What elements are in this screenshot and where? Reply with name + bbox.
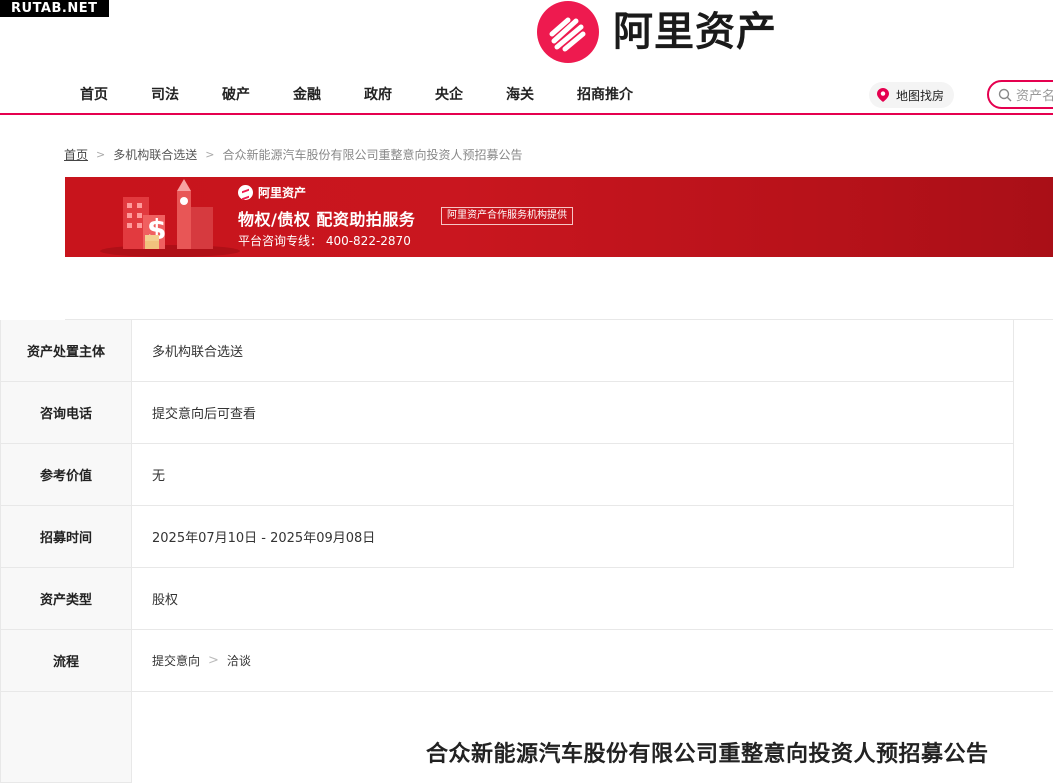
flow-step: 洽谈 <box>226 654 251 668</box>
search-input[interactable]: 资产名 <box>987 80 1053 109</box>
nav-item-bankruptcy[interactable]: 破产 <box>222 84 250 104</box>
location-pin-icon <box>877 88 889 102</box>
brand-logo-icon <box>238 185 253 200</box>
breadcrumb-home[interactable]: 首页 <box>64 146 88 163</box>
nav-item-customs[interactable]: 海关 <box>506 84 534 104</box>
info-label: 资产类型 <box>0 568 132 630</box>
info-value-recruit-period: 2025年07月10日 - 2025年09月08日 <box>132 506 1013 568</box>
info-label: 流程 <box>0 630 132 692</box>
nav-item-government[interactable]: 政府 <box>364 84 392 104</box>
watermark-badge: RUTAB.NET <box>0 0 109 17</box>
banner-brand: 阿里资产 <box>238 184 306 201</box>
info-value-reference-value: 无 <box>132 444 1013 506</box>
info-label: 资产处置主体 <box>0 320 132 382</box>
table-right-border <box>1013 319 1014 568</box>
flow-steps: 提交意向 > 洽谈 <box>152 652 251 669</box>
nav-item-judicial[interactable]: 司法 <box>151 84 179 104</box>
info-label: 招募时间 <box>0 506 132 568</box>
banner-hotline: 平台咨询专线： 400-822-2870 <box>238 234 411 248</box>
notice-title: 合众新能源汽车股份有限公司重整意向投资人预招募公告 <box>426 742 989 767</box>
nav-item-finance[interactable]: 金融 <box>293 84 321 104</box>
chevron-right-icon: > <box>96 148 106 161</box>
flow-step: 提交意向 <box>152 654 201 668</box>
logo-mark-icon <box>537 1 599 63</box>
banner-tag: 阿里资产合作服务机构提供 <box>441 207 573 225</box>
search-placeholder: 资产名 <box>1016 89 1053 104</box>
nav-item-home[interactable]: 首页 <box>80 84 108 104</box>
info-value-flow: 提交意向 > 洽谈 <box>132 630 1053 692</box>
info-value-asset-type: 股权 <box>132 568 1053 630</box>
info-value-phone: 提交意向后可查看 <box>132 382 1013 444</box>
info-label: 参考价值 <box>0 444 132 506</box>
site-logo[interactable]: 阿里资产 <box>537 0 777 64</box>
map-search-button[interactable]: 地图找房 <box>869 82 954 108</box>
search-icon <box>998 88 1012 101</box>
nav-item-central-soe[interactable]: 央企 <box>435 84 463 104</box>
chevron-right-icon: > <box>205 148 215 161</box>
map-search-label: 地图找房 <box>896 88 945 103</box>
logo-text: 阿里资产 <box>613 9 777 55</box>
info-label-empty <box>0 692 132 783</box>
breadcrumb-current: 合众新能源汽车股份有限公司重整意向投资人预招募公告 <box>222 148 523 162</box>
banner-brand-label: 阿里资产 <box>258 186 307 200</box>
service-banner[interactable]: $ 阿里资产 物权/债权 配资助拍服务 阿里资产合作服务机构提供 平台咨询专线：… <box>65 177 1053 257</box>
breadcrumb: 首页 > 多机构联合选送 > 合众新能源汽车股份有限公司重整意向投资人预招募公告 <box>64 146 522 163</box>
banner-headline: 物权/债权 配资助拍服务 <box>238 210 416 229</box>
info-value-disposal-entity: 多机构联合选送 <box>132 320 1013 382</box>
chevron-right-icon: > <box>208 653 219 668</box>
nav-item-investment[interactable]: 招商推介 <box>577 84 633 104</box>
info-label: 咨询电话 <box>0 382 132 444</box>
banner-illustration-icon: $ <box>100 179 240 257</box>
breadcrumb-category[interactable]: 多机构联合选送 <box>113 146 197 163</box>
